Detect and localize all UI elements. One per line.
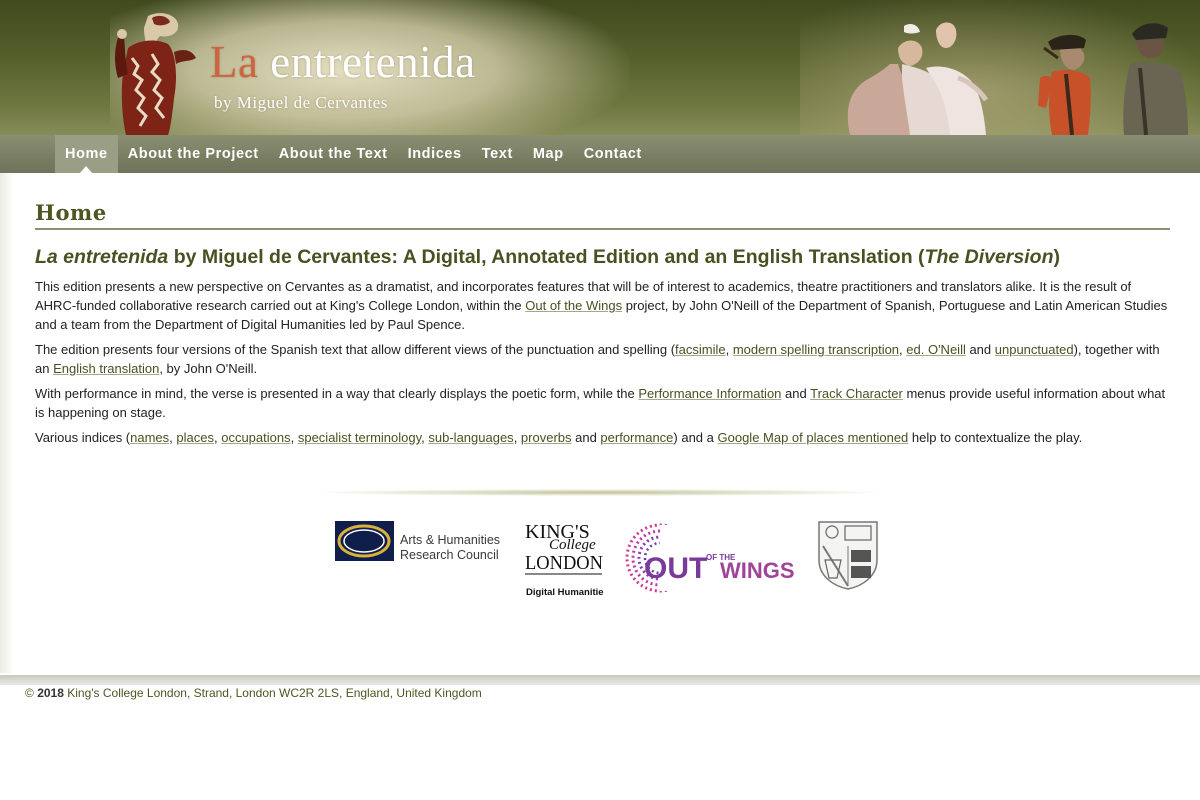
para-text: With performance in mind, the verse is p…: [35, 386, 639, 401]
copyright-symbol: ©: [25, 686, 38, 700]
main-heading-title-italic: La entretenida: [35, 246, 169, 268]
link-proverbs[interactable]: proverbs: [521, 430, 572, 445]
nav-item-text[interactable]: Text: [472, 135, 523, 173]
nav-item-contact[interactable]: Contact: [574, 135, 652, 173]
main-heading-text: by Miguel de Cervantes: A Digital, Annot…: [168, 246, 925, 268]
para-text: ,: [725, 342, 733, 357]
otw-logo-out: OUT: [644, 552, 707, 585]
link-ed-oneill[interactable]: ed. O'Neill: [906, 342, 966, 357]
site-title[interactable]: La entretenida: [210, 40, 476, 85]
ahrc-logo-line1: Arts & Humanities: [400, 533, 500, 547]
site-title-la: La: [210, 37, 259, 87]
nav-item-map[interactable]: Map: [523, 135, 574, 173]
left-edge-decoration: [0, 173, 14, 673]
main-heading: La entretenida by Miguel de Cervantes: A…: [35, 244, 1170, 270]
para-text: and: [571, 430, 601, 445]
para-text: Various indices (: [35, 430, 131, 445]
link-performance-information[interactable]: Performance Information: [638, 386, 781, 401]
nav-item-about-the-project[interactable]: About the Project: [118, 135, 269, 173]
footer-copyright: © 2018 King's College London, Strand, Lo…: [25, 686, 482, 700]
link-sub-languages[interactable]: sub-languages: [428, 430, 513, 445]
masked-actor-illustration: [115, 13, 196, 135]
kcl-logo-line4: Digital Humanities: [526, 587, 604, 598]
site-banner: La entretenida by Miguel de Cervantes: [0, 0, 1200, 135]
para-text: and: [781, 386, 811, 401]
site-subtitle: by Miguel de Cervantes: [214, 93, 388, 112]
nav-item-indices[interactable]: Indices: [398, 135, 472, 173]
link-modern-spelling-transcription[interactable]: modern spelling transcription: [733, 342, 899, 357]
link-english-translation[interactable]: English translation: [53, 361, 159, 376]
intro-paragraph: This edition presents a new perspective …: [35, 277, 1170, 334]
footer-address: King's College London, Strand, London WC…: [63, 686, 482, 700]
link-unpunctuated[interactable]: unpunctuated: [995, 342, 1074, 357]
site-title-main: entretenida: [270, 37, 476, 87]
para-text: and: [965, 342, 995, 357]
link-out-of-the-wings[interactable]: Out of the Wings: [525, 298, 622, 313]
performance-paragraph: With performance in mind, the verse is p…: [35, 384, 1170, 422]
kcl-logo-line3: LONDON: [525, 552, 603, 574]
ahrc-logo-line2: Research Council: [400, 548, 499, 562]
kcl-logo-line2: College: [549, 537, 596, 553]
link-google-map[interactable]: Google Map of places mentioned: [718, 430, 909, 445]
otw-logo-wings: WINGS: [720, 558, 795, 583]
link-facsimile[interactable]: facsimile: [675, 342, 726, 357]
para-text: , by John O'Neill.: [159, 361, 258, 376]
nav-item-about-the-text[interactable]: About the Text: [269, 135, 398, 173]
footer-band: [0, 675, 1200, 685]
link-names[interactable]: names: [130, 430, 169, 445]
para-text: ) and a: [673, 430, 718, 445]
out-of-the-wings-logo[interactable]: OUT OF THE WINGS: [624, 522, 796, 594]
page-heading: Home: [35, 200, 1170, 230]
main-heading-translation-italic: The Diversion: [924, 246, 1054, 268]
main-content: Home La entretenida by Miguel de Cervant…: [35, 200, 1170, 447]
ahrc-logo[interactable]: Arts & Humanities Research Council: [335, 520, 507, 562]
versions-paragraph: The edition presents four versions of th…: [35, 340, 1170, 378]
para-text: ,: [290, 430, 298, 445]
para-text: The edition presents four versions of th…: [35, 342, 676, 357]
copyright-year: 2018: [37, 686, 64, 700]
link-track-character[interactable]: Track Character: [810, 386, 903, 401]
nav-item-home[interactable]: Home: [55, 135, 118, 173]
logo-divider: [315, 489, 885, 496]
theatre-characters-illustration: [847, 22, 1188, 135]
college-crest-logo[interactable]: [817, 520, 879, 590]
link-occupations[interactable]: occupations: [221, 430, 290, 445]
para-text: ,: [513, 430, 521, 445]
link-specialist-terminology[interactable]: specialist terminology: [298, 430, 421, 445]
indices-paragraph: Various indices (names, places, occupati…: [35, 428, 1170, 447]
nav-list: Home About the Project About the Text In…: [55, 135, 652, 173]
link-performance[interactable]: performance: [600, 430, 673, 445]
main-heading-close: ): [1053, 246, 1060, 268]
para-text: help to contextualize the play.: [908, 430, 1083, 445]
kcl-digital-humanities-logo[interactable]: KING'S College LONDON Digital Humanities: [524, 519, 604, 599]
main-navigation: Home About the Project About the Text In…: [0, 135, 1200, 173]
link-places[interactable]: places: [176, 430, 214, 445]
